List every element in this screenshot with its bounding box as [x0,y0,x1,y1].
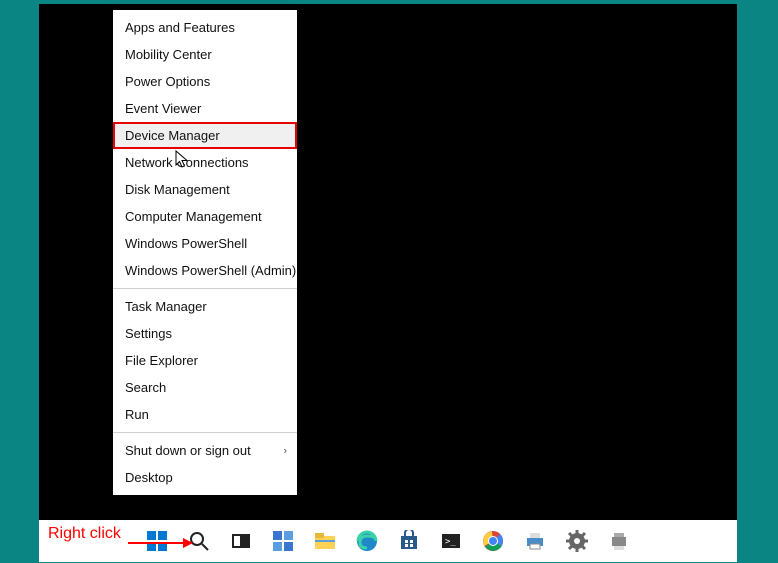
menu-item-label: Mobility Center [125,47,212,62]
menu-item-label: Shut down or sign out [125,443,251,458]
menu-item-label: Device Manager [125,128,220,143]
menu-item-task-manager[interactable]: Task Manager [113,293,297,320]
svg-text:>_: >_ [445,537,456,547]
menu-item-computer-management[interactable]: Computer Management [113,203,297,230]
menu-item-label: Power Options [125,74,210,89]
menu-item-power-options[interactable]: Power Options [113,68,297,95]
menu-item-label: File Explorer [125,353,198,368]
start-context-menu: Apps and Features Mobility Center Power Op… [113,10,297,495]
printer-icon[interactable] [522,528,548,554]
settings-icon[interactable] [564,528,590,554]
menu-item-label: Desktop [125,470,173,485]
menu-item-file-explorer[interactable]: File Explorer [113,347,297,374]
menu-separator [113,432,297,433]
menu-item-label: Settings [125,326,172,341]
menu-separator [113,288,297,289]
menu-item-disk-management[interactable]: Disk Management [113,176,297,203]
menu-item-event-viewer[interactable]: Event Viewer [113,95,297,122]
menu-item-label: Task Manager [125,299,207,314]
menu-item-label: Run [125,407,149,422]
search-icon[interactable] [186,528,212,554]
menu-item-search[interactable]: Search [113,374,297,401]
menu-item-shutdown-signout[interactable]: Shut down or sign out › [113,437,297,464]
menu-item-label: Search [125,380,166,395]
menu-item-network-connections[interactable]: Network Connections [113,149,297,176]
menu-item-label: Event Viewer [125,101,201,116]
chevron-right-icon: › [284,445,287,456]
context-menu-list: Apps and Features Mobility Center Power Op… [113,10,297,495]
menu-item-windows-powershell[interactable]: Windows PowerShell [113,230,297,257]
menu-item-label: Disk Management [125,182,230,197]
widgets-icon[interactable] [270,528,296,554]
store-icon[interactable] [396,528,422,554]
start-button[interactable] [144,528,170,554]
menu-item-label: Windows PowerShell [125,236,247,251]
task-view-icon[interactable] [228,528,254,554]
menu-item-apps-features[interactable]: Apps and Features [113,14,297,41]
annotation-label: Right click [48,525,121,543]
chrome-icon[interactable] [480,528,506,554]
menu-item-desktop[interactable]: Desktop [113,464,297,491]
menu-item-run[interactable]: Run [113,401,297,428]
edge-icon[interactable] [354,528,380,554]
menu-item-label: Apps and Features [125,20,235,35]
terminal-icon[interactable]: >_ [438,528,464,554]
menu-item-windows-powershell-admin[interactable]: Windows PowerShell (Admin) [113,257,297,284]
taskbar: >_ [39,520,737,562]
file-explorer-icon[interactable] [312,528,338,554]
menu-item-label: Windows PowerShell (Admin) [125,263,296,278]
menu-item-settings[interactable]: Settings [113,320,297,347]
menu-item-label: Computer Management [125,209,262,224]
menu-item-mobility-center[interactable]: Mobility Center [113,41,297,68]
menu-item-label: Network Connections [125,155,249,170]
device-icon[interactable] [606,528,632,554]
menu-item-device-manager[interactable]: Device Manager [113,122,297,149]
